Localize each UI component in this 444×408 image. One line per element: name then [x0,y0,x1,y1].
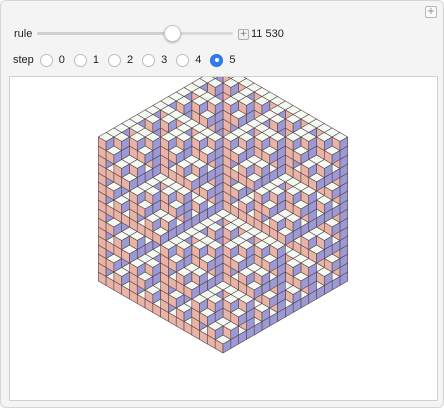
rule-slider-fill [37,32,173,35]
step-option-5[interactable]: 5 [210,53,236,67]
graphics-canvas [9,64,438,401]
step-radio-3[interactable] [142,53,156,67]
step-radio-label: 0 [58,54,65,66]
rule-label: rule [14,28,33,40]
panel-plus-icon[interactable]: + [425,6,437,18]
step-radio-label: 1 [92,54,100,66]
step-radio-label: 2 [127,54,134,66]
rule-slider-thumb[interactable] [164,25,182,42]
manipulate-panel: + rule + 11 530 step 0 1 2 3 4 5 [0,0,444,408]
cube-group [97,64,349,354]
step-label: step [13,54,34,66]
step-radio-label: 4 [195,54,202,66]
cube-fractal-graphic [97,64,349,354]
step-radio-1[interactable] [73,53,87,67]
step-radio-label: 3 [161,54,168,66]
rule-value: 11 530 [251,28,284,40]
step-radio-5[interactable] [210,53,224,67]
step-radio-2[interactable] [108,53,122,67]
step-radio-label: 5 [229,54,236,66]
rule-slider-track[interactable] [37,32,233,35]
step-radio-0[interactable] [39,53,53,67]
step-option-0[interactable]: 0 [39,53,65,67]
step-option-4[interactable]: 4 [176,53,202,67]
slider-plus-icon[interactable]: + [238,29,249,40]
step-option-1[interactable]: 1 [73,53,100,67]
step-option-2[interactable]: 2 [108,53,134,67]
step-control: step 0 1 2 3 4 5 [13,52,245,68]
step-radio-4[interactable] [176,53,190,67]
step-option-3[interactable]: 3 [142,53,168,67]
